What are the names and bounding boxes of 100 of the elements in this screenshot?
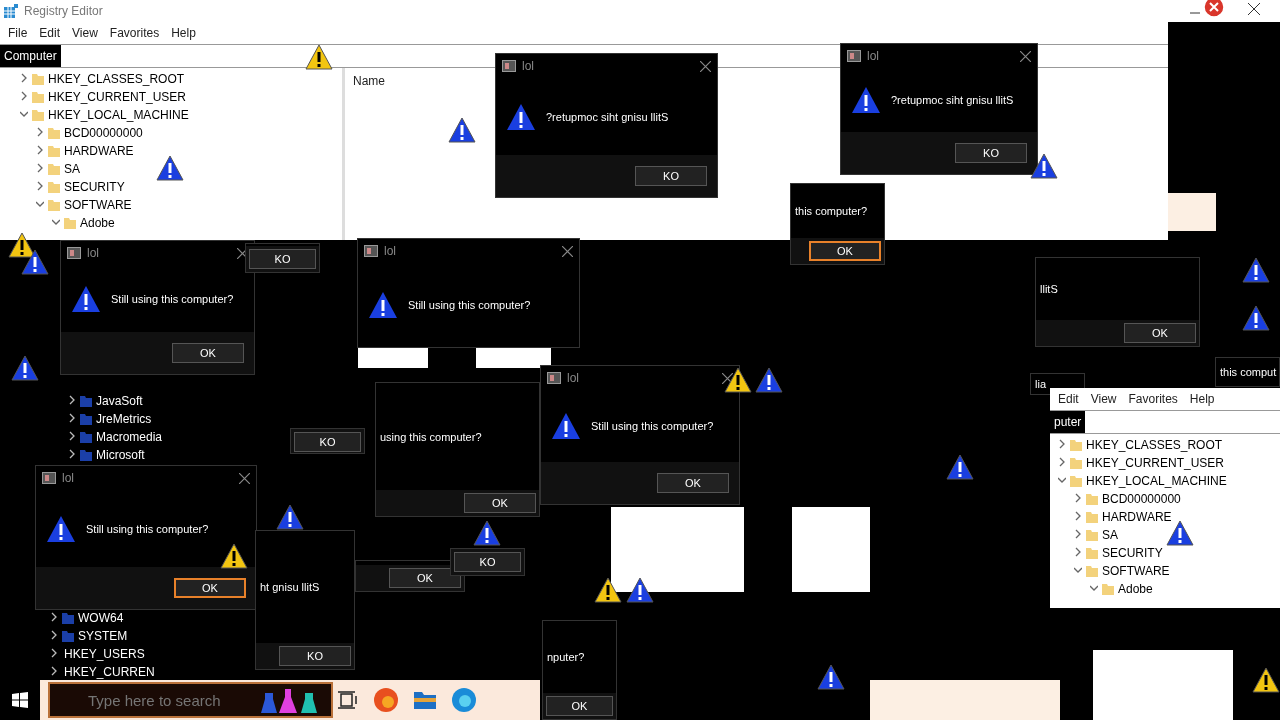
menu-item[interactable]: View — [68, 26, 102, 40]
dialog-button[interactable]: OK — [464, 493, 536, 513]
menu-item[interactable]: Help — [167, 26, 200, 40]
tree-item[interactable]: Macromedia — [96, 430, 163, 444]
tree-item[interactable]: Adobe — [80, 216, 115, 230]
tree-item[interactable]: BCD00000000 — [1102, 492, 1181, 506]
dialog-button[interactable]: KO — [454, 552, 521, 572]
folder-icon — [1085, 546, 1099, 560]
dialog-button[interactable]: OK — [1124, 323, 1196, 343]
search-field[interactable]: Type here to search — [48, 682, 333, 718]
warning-icon — [1242, 257, 1270, 283]
folder-icon[interactable] — [413, 689, 437, 711]
folder-icon — [79, 412, 93, 426]
dialog-message: ?retupmoc siht gnisu llitS — [546, 110, 669, 123]
folder-icon — [1069, 474, 1083, 488]
window-title: Registry Editor — [24, 4, 103, 18]
column-header[interactable]: Name — [353, 74, 385, 88]
address-bar[interactable]: puter — [1050, 411, 1086, 433]
menu-item[interactable]: Edit — [1054, 392, 1083, 406]
tree-item[interactable]: JreMetrics — [96, 412, 152, 426]
warning-icon — [11, 355, 39, 381]
dialog-message: nputer? — [547, 651, 585, 663]
task-view-icon[interactable] — [337, 690, 359, 710]
menu-item[interactable]: Help — [1185, 392, 1219, 406]
dialog-button[interactable]: KO — [635, 166, 707, 186]
tree-item[interactable]: HKEY_CURRENT_USER — [1086, 456, 1225, 470]
tree-item[interactable]: HKEY_USERS — [64, 647, 145, 661]
dialog-message: ?retupmoc siht gnisu llitS — [891, 94, 1014, 106]
tree-item[interactable]: BCD00000000 — [64, 126, 143, 140]
close-icon[interactable] — [722, 372, 733, 384]
warning-icon — [473, 520, 501, 546]
folder-icon — [1085, 492, 1099, 506]
tree-item[interactable]: SA — [64, 162, 80, 176]
windows-icon[interactable] — [12, 692, 28, 708]
tree-item[interactable]: HARDWARE — [1102, 510, 1172, 524]
warning-icon — [851, 86, 881, 114]
warning-icon — [551, 412, 581, 440]
dialog-title: lol — [62, 471, 74, 485]
address-bar[interactable]: Computer — [0, 45, 61, 67]
app-icon — [42, 472, 56, 484]
app-icon — [364, 245, 378, 257]
dialog-button[interactable]: OK — [174, 578, 246, 598]
close-icon[interactable] — [562, 245, 573, 257]
tree-item[interactable]: HKEY_CLASSES_ROOT — [1086, 438, 1223, 452]
warning-icon — [220, 543, 248, 569]
app-icon — [547, 372, 561, 384]
edge-icon[interactable] — [373, 687, 399, 713]
dialog-message: Still using this computer? — [408, 299, 531, 311]
tree-item[interactable]: Adobe — [1118, 582, 1153, 596]
dialog-button[interactable]: KO — [955, 143, 1027, 163]
firefox-icon[interactable] — [451, 687, 477, 713]
tree-item[interactable]: SA — [1102, 528, 1118, 542]
tree-item[interactable]: SECURITY — [64, 180, 125, 194]
warning-icon — [156, 155, 184, 181]
tree-item[interactable]: JavaSoft — [96, 394, 143, 408]
tree-item[interactable]: HKEY_LOCAL_MACHINE — [1086, 474, 1227, 488]
close-icon[interactable] — [239, 472, 250, 484]
dialog-button[interactable]: KO — [249, 249, 316, 269]
folder-icon — [47, 126, 61, 140]
menu-item[interactable]: Favorites — [1124, 392, 1182, 406]
dialog-button[interactable]: KO — [294, 432, 361, 452]
tree-item[interactable]: HARDWARE — [64, 144, 134, 158]
dialog-button[interactable]: OK — [172, 343, 244, 363]
tree-item[interactable]: SOFTWARE — [1102, 564, 1170, 578]
dialog-message: Still using this computer? — [111, 292, 234, 305]
tree-item[interactable]: WOW64 — [78, 611, 124, 625]
warning-icon — [448, 117, 476, 143]
dialog-button[interactable]: OK — [389, 568, 461, 588]
menu-item[interactable]: Favorites — [105, 26, 164, 40]
warning-icon — [21, 249, 49, 275]
tree-item[interactable]: HKEY_CURRENT_USER — [48, 90, 187, 104]
tree-item[interactable]: HKEY_CLASSES_ROOT — [48, 72, 185, 86]
folder-icon — [1069, 438, 1083, 452]
tree-item[interactable]: HKEY_LOCAL_MACHINE — [48, 108, 189, 122]
dialog-button[interactable]: OK — [657, 473, 729, 493]
folder-icon — [79, 394, 93, 408]
dialog-button[interactable]: OK — [809, 241, 881, 261]
app-icon — [67, 247, 81, 259]
dialog-button[interactable]: OK — [546, 696, 613, 716]
close-icon[interactable] — [700, 60, 711, 72]
dialog-title: lol — [522, 59, 534, 73]
app-icon — [847, 50, 861, 62]
dialog-title: lol — [384, 244, 396, 258]
close-icon[interactable] — [1020, 50, 1031, 62]
menu-item[interactable]: View — [1086, 392, 1121, 406]
menu-item[interactable]: Edit — [35, 26, 65, 40]
dialog-button[interactable]: KO — [279, 646, 351, 666]
menu-item[interactable]: File — [4, 26, 32, 40]
folder-icon — [31, 90, 45, 104]
warning-icon — [626, 577, 654, 603]
blank-panel — [1168, 193, 1216, 231]
tree-item[interactable]: SOFTWARE — [64, 198, 132, 212]
tree-item[interactable]: SYSTEM — [78, 629, 128, 643]
warning-icon — [71, 284, 101, 313]
tree-item[interactable]: Microsoft — [96, 448, 145, 462]
close-icon[interactable] — [1248, 3, 1260, 15]
warning-icon — [276, 504, 304, 530]
tree-item[interactable]: HKEY_CURREN — [64, 665, 155, 679]
warning-icon — [305, 44, 333, 70]
tree-item[interactable]: SECURITY — [1102, 546, 1163, 560]
